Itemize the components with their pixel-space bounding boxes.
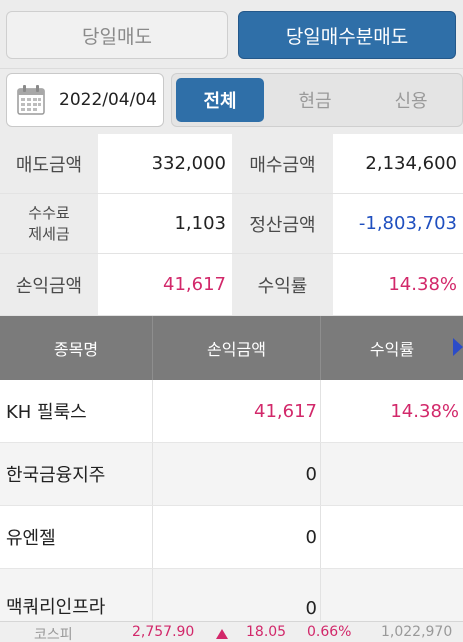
return-rate-label: 수익률 (232, 254, 333, 315)
ticker-value: 2,757.90 (132, 624, 195, 640)
stock-name: 맥쿼리인프라 (6, 597, 106, 618)
list-item[interactable]: 한국금융지주 0 (0, 443, 463, 506)
column-stock-name[interactable]: 종목명 (0, 316, 153, 380)
profit-label: 손익금액 (0, 254, 98, 315)
filter-bar: 2022/04/04 전체 현금 신용 (0, 68, 463, 134)
ticker-index-name: 코스피 (34, 627, 73, 642)
tab-today-sell[interactable]: 당일매도 (6, 11, 228, 59)
fee-label: 수수료 (28, 203, 70, 222)
list-header: 종목명 손익금액 수익률 (0, 316, 463, 380)
stock-profit: 0 (305, 463, 317, 485)
stock-return-rate (321, 569, 463, 621)
settlement-value: -1,803,703 (333, 194, 463, 253)
option-all[interactable]: 전체 (176, 78, 264, 122)
stock-return-rate: 14.38% (390, 400, 459, 422)
column-return-rate[interactable]: 수익률 (321, 316, 463, 380)
list-item[interactable]: KH 필룩스 41,617 14.38% (0, 380, 463, 443)
fee-tax-label: 수수료 제세금 (0, 194, 98, 253)
sell-amount-label: 매도금액 (0, 134, 98, 193)
summary-table: 매도금액 332,000 매수금액 2,134,600 수수료 제세금 1,10… (0, 134, 463, 316)
stock-name: KH 필룩스 (6, 402, 87, 423)
ticker-volume: 1,022,970 (381, 624, 453, 640)
account-type-selector: 전체 현금 신용 (171, 73, 463, 127)
stock-return-rate (321, 443, 463, 505)
summary-row: 손익금액 41,617 수익률 14.38% (0, 254, 463, 316)
sell-amount-value: 332,000 (98, 134, 232, 193)
up-triangle-icon (216, 627, 228, 642)
stock-profit: 0 (305, 598, 317, 619)
profit-value: 41,617 (98, 254, 232, 315)
tab-today-buy-sell[interactable]: 당일매수분매도 (238, 11, 456, 59)
return-rate-value: 14.38% (333, 254, 463, 315)
date-value: 2022/04/04 (59, 90, 157, 110)
stock-return-rate (321, 506, 463, 568)
scroll-right-arrow-icon[interactable] (453, 338, 463, 356)
tax-label: 제세금 (28, 224, 70, 243)
fee-tax-value: 1,103 (98, 194, 232, 253)
ticker-change: 18.05 (246, 624, 287, 640)
list-item[interactable]: 유엔젤 0 (0, 506, 463, 569)
summary-row: 수수료 제세금 1,103 정산금액 -1,803,703 (0, 194, 463, 254)
stock-name: 한국금융지주 (6, 465, 106, 486)
summary-row: 매도금액 332,000 매수금액 2,134,600 (0, 134, 463, 194)
list-item[interactable]: 맥쿼리인프라 0 (0, 569, 463, 621)
column-profit[interactable]: 손익금액 (153, 316, 321, 380)
stock-name: 유엔젤 (6, 528, 56, 549)
buy-amount-label: 매수금액 (232, 134, 333, 193)
calendar-icon (17, 85, 45, 115)
option-credit[interactable]: 신용 (366, 78, 456, 122)
ticker-change-pct: 0.66% (307, 624, 352, 640)
trade-type-tabs: 당일매도 당일매수분매도 (0, 0, 463, 68)
settlement-label: 정산금액 (232, 194, 333, 253)
stock-list: KH 필룩스 41,617 14.38% 한국금융지주 0 유엔젤 0 맥쿼리인… (0, 380, 463, 621)
stock-profit: 0 (305, 526, 317, 548)
option-cash[interactable]: 현금 (270, 78, 360, 122)
buy-amount-value: 2,134,600 (333, 134, 463, 193)
market-ticker[interactable]: 코스피 2,757.90 18.05 0.66% 1,022,970 (0, 621, 463, 642)
date-picker[interactable]: 2022/04/04 (6, 73, 164, 127)
stock-profit: 41,617 (254, 400, 317, 422)
